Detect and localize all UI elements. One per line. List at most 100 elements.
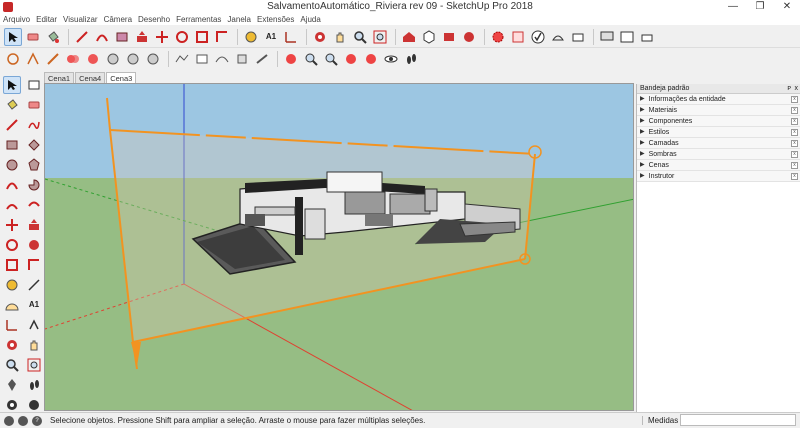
from-scratch-icon[interactable] [193,50,211,68]
menu-camera[interactable]: Câmera [104,14,132,25]
menu-extensoes[interactable]: Extensões [257,14,294,25]
subtract-icon[interactable] [104,50,122,68]
line-icon[interactable] [3,116,21,134]
display-section-icon[interactable] [362,50,380,68]
panel-close-icon[interactable]: x [791,107,798,114]
camera-icon[interactable] [569,28,587,46]
section-fill-icon[interactable] [342,50,360,68]
window-icon[interactable] [618,28,636,46]
pie-icon[interactable] [25,176,43,194]
rotate-icon[interactable] [173,28,191,46]
panel-close-icon[interactable]: x [791,140,798,147]
arc-icon[interactable] [3,176,21,194]
axes-icon[interactable] [282,28,300,46]
eraser-icon[interactable] [24,28,42,46]
help-icon[interactable]: ? [32,415,42,426]
walk-icon[interactable] [322,50,340,68]
follow-me-icon[interactable] [24,50,42,68]
panel-shadows[interactable]: ▶ Sombras x [637,149,800,160]
polygon-icon[interactable] [25,156,43,174]
footprints-icon[interactable] [402,50,420,68]
intersect-icon[interactable] [44,50,62,68]
panel-styles[interactable]: ▶ Estilos x [637,127,800,138]
close-button[interactable]: ✕ [774,0,800,14]
panel-entity-info[interactable]: ▶ Informações da entidade x [637,94,800,105]
panel-close-icon[interactable]: x [791,151,798,158]
drawing-viewport[interactable] [44,83,634,411]
tape-measure-icon[interactable] [3,276,21,294]
panel-instructor[interactable]: ▶ Instrutor x [637,171,800,182]
zoom-extents-icon[interactable] [25,356,43,374]
tray-close-button[interactable]: x [795,84,799,94]
scale-icon[interactable] [193,28,211,46]
freehand-icon[interactable] [25,116,43,134]
trim-icon[interactable] [124,50,142,68]
panel-layers[interactable]: ▶ Camadas x [637,138,800,149]
move-icon[interactable] [153,28,171,46]
smoove-icon[interactable] [213,50,231,68]
two-point-arc-icon[interactable] [3,196,21,214]
extension-icon[interactable] [440,28,458,46]
split-icon[interactable] [144,50,162,68]
union-icon[interactable] [84,50,102,68]
rotated-rectangle-icon[interactable] [25,136,43,154]
axes-icon[interactable] [3,316,21,334]
measurements-input[interactable] [680,414,796,426]
arc-icon[interactable] [93,28,111,46]
outer-shell-icon[interactable] [64,50,82,68]
three-point-arc-icon[interactable] [25,196,43,214]
warehouse-icon[interactable] [400,28,418,46]
menu-editar[interactable]: Editar [36,14,57,25]
tape-measure-icon[interactable] [242,28,260,46]
menu-ajuda[interactable]: Ajuda [300,14,320,25]
menu-arquivo[interactable]: Arquivo [3,14,30,25]
stamp-icon[interactable] [233,50,251,68]
zoom-icon[interactable] [351,28,369,46]
rectangle-icon[interactable] [3,136,21,154]
component-icon[interactable] [25,76,43,94]
panel-close-icon[interactable]: x [791,162,798,169]
drape-icon[interactable] [253,50,271,68]
orbit-icon[interactable] [3,336,21,354]
paint-bucket-icon[interactable] [44,28,62,46]
panel-materials[interactable]: ▶ Materiais x [637,105,800,116]
circle-icon[interactable] [3,156,21,174]
scale-icon[interactable] [3,256,21,274]
menu-ferramentas[interactable]: Ferramentas [176,14,221,25]
tab-cena4[interactable]: Cena4 [75,72,106,83]
rotate-icon[interactable] [3,236,21,254]
look-around-icon[interactable] [302,50,320,68]
orbit-icon[interactable] [311,28,329,46]
panel-close-icon[interactable]: x [791,118,798,125]
solid-tools-icon[interactable] [489,28,507,46]
geolocation-icon[interactable] [4,415,14,426]
shape-icon[interactable] [113,28,131,46]
model-info-icon[interactable] [460,28,478,46]
from-contours-icon[interactable] [173,50,191,68]
menu-visualizar[interactable]: Visualizar [63,14,98,25]
line-icon[interactable] [73,28,91,46]
tab-cena3[interactable]: Cena3 [106,72,137,83]
minimize-button[interactable]: — [720,0,746,14]
eraser-icon[interactable] [25,96,43,114]
circle-icon[interactable] [4,50,22,68]
sandbox-icon[interactable] [509,28,527,46]
offset-icon[interactable] [25,256,43,274]
text-icon[interactable]: A1 [262,28,280,46]
print-icon[interactable] [638,28,656,46]
check-icon[interactable] [529,28,547,46]
pin-icon[interactable]: ᴘ [787,84,791,94]
panel-close-icon[interactable]: x [791,129,798,136]
dimension-icon[interactable] [25,276,43,294]
follow-me-icon[interactable] [25,236,43,254]
maximize-button[interactable]: ❐ [747,0,773,14]
pan-icon[interactable] [25,336,43,354]
position-camera-icon[interactable] [3,376,21,394]
eye-icon[interactable] [382,50,400,68]
push-pull-icon[interactable] [25,216,43,234]
select-icon[interactable] [3,76,21,94]
protractor-icon[interactable] [3,296,21,314]
menu-desenho[interactable]: Desenho [138,14,170,25]
monitor-icon[interactable] [598,28,616,46]
zoom-icon[interactable] [3,356,21,374]
